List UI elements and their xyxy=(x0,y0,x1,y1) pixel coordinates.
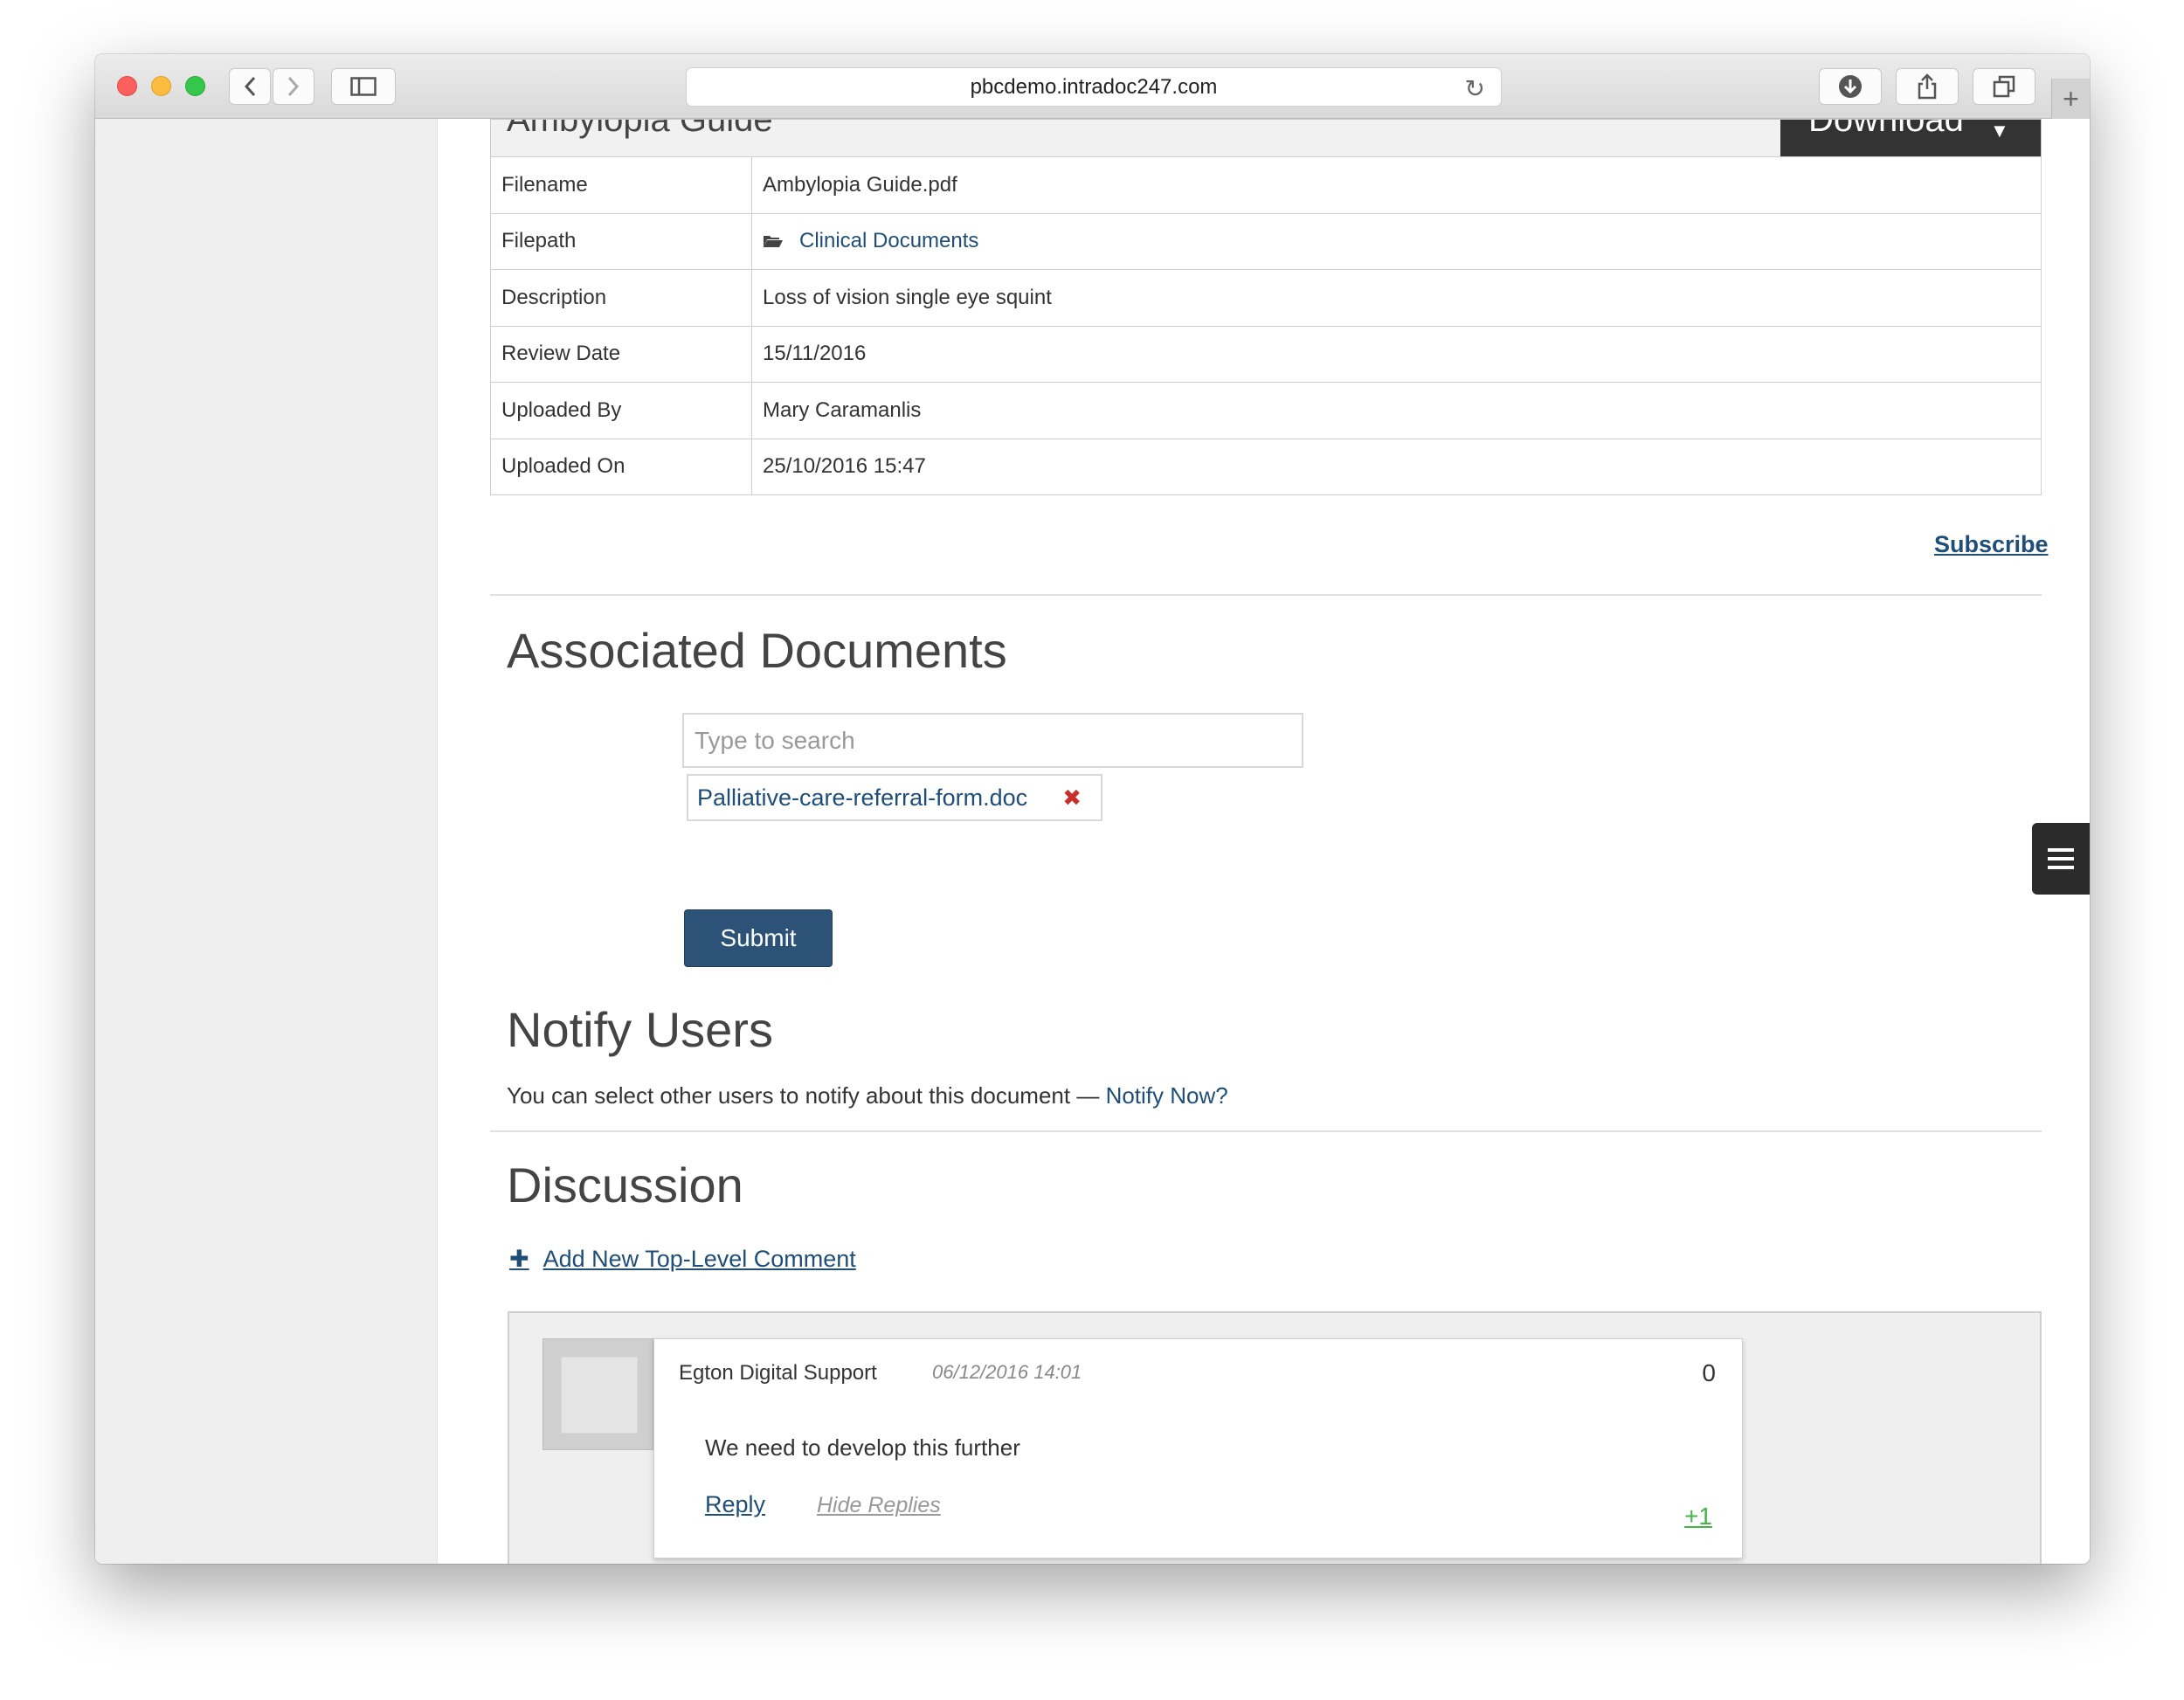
submit-button[interactable]: Submit xyxy=(684,909,833,967)
divider xyxy=(490,594,2042,596)
avatar xyxy=(543,1338,653,1450)
document-details-table: Filename Ambylopia Guide.pdf Filepath Cl… xyxy=(490,156,2042,495)
associated-search-input[interactable] xyxy=(682,713,1303,768)
associated-documents-heading: Associated Documents xyxy=(507,623,1007,678)
plus-icon: ✚ xyxy=(509,1246,529,1272)
tabs-overview-button[interactable] xyxy=(1973,68,2035,105)
field-value: Mary Caramanlis xyxy=(751,382,2042,439)
table-row: Filename Ambylopia Guide.pdf xyxy=(490,156,2042,214)
menu-button[interactable] xyxy=(2032,823,2090,895)
reload-icon[interactable]: ↻ xyxy=(1465,74,1485,103)
divider xyxy=(490,1130,2042,1132)
left-sidebar xyxy=(95,119,438,1564)
filepath-link[interactable]: Clinical Documents xyxy=(799,229,978,252)
reply-link[interactable]: Reply xyxy=(705,1491,765,1518)
comment-author: Egton Digital Support xyxy=(679,1361,877,1385)
close-window-button[interactable] xyxy=(117,76,137,96)
field-value: Clinical Documents xyxy=(751,212,2042,270)
forward-button[interactable] xyxy=(273,68,314,105)
plus-icon: + xyxy=(2063,82,2079,114)
selected-document-name: Palliative-care-referral-form.doc xyxy=(697,784,1028,811)
comment-body: We need to develop this further xyxy=(705,1434,1020,1461)
caret-down-icon: ▼ xyxy=(1990,120,2009,142)
remove-icon[interactable]: ✖ xyxy=(1062,784,1082,812)
upvote-link[interactable]: +1 xyxy=(1684,1503,1712,1531)
document-header: Ambylopia Guide Download ▼ xyxy=(490,119,2042,156)
discussion-heading: Discussion xyxy=(507,1158,743,1213)
titlebar: pbcdemo.intradoc247.com ↻ + xyxy=(95,54,2090,119)
zoom-window-button[interactable] xyxy=(185,76,205,96)
tabs-icon xyxy=(1993,75,2015,98)
download-circle-icon xyxy=(1839,75,1862,98)
table-row: Description Loss of vision single eye sq… xyxy=(490,269,2042,327)
comment-card: Egton Digital Support 06/12/2016 14:01 0… xyxy=(653,1338,1743,1558)
download-button[interactable]: Download ▼ xyxy=(1780,120,2041,156)
field-label: Review Date xyxy=(490,325,752,383)
browser-window: pbcdemo.intradoc247.com ↻ + Ambylopia Gu… xyxy=(95,54,2090,1564)
notify-users-heading: Notify Users xyxy=(507,1002,773,1057)
page-content: Ambylopia Guide Download ▼ Filename Amby… xyxy=(95,119,2090,1564)
subscribe-link[interactable]: Subscribe xyxy=(1934,531,2049,558)
minimize-window-button[interactable] xyxy=(151,76,171,96)
document-title: Ambylopia Guide xyxy=(507,119,773,139)
table-row: Review Date 15/11/2016 xyxy=(490,325,2042,383)
share-button[interactable] xyxy=(1896,68,1959,105)
notify-now-link[interactable]: Notify Now? xyxy=(1106,1082,1228,1109)
add-top-level-comment-link[interactable]: ✚ Add New Top-Level Comment xyxy=(509,1246,856,1273)
downloads-button[interactable] xyxy=(1819,68,1882,105)
comment-date: 06/12/2016 14:01 xyxy=(932,1361,1082,1383)
table-row: Uploaded By Mary Caramanlis xyxy=(490,382,2042,439)
selected-document-tag: Palliative-care-referral-form.doc ✖ xyxy=(687,774,1102,821)
field-value: Loss of vision single eye squint xyxy=(751,269,2042,327)
field-label: Uploaded By xyxy=(490,382,752,439)
field-label: Description xyxy=(490,269,752,327)
avatar-placeholder xyxy=(561,1357,638,1434)
hide-replies-link[interactable]: Hide Replies xyxy=(817,1493,941,1518)
field-value: 25/10/2016 15:47 xyxy=(751,438,2042,495)
share-icon xyxy=(1918,73,1937,100)
field-label: Uploaded On xyxy=(490,438,752,495)
new-tab-button[interactable]: + xyxy=(2051,79,2090,119)
folder-open-icon xyxy=(764,236,783,248)
url-text: pbcdemo.intradoc247.com xyxy=(970,74,1218,99)
back-button[interactable] xyxy=(229,68,271,105)
table-row: Uploaded On 25/10/2016 15:47 xyxy=(490,438,2042,495)
field-value: 15/11/2016 xyxy=(751,325,2042,383)
field-label: Filepath xyxy=(490,212,752,270)
table-row: Filepath Clinical Documents xyxy=(490,212,2042,270)
hamburger-icon xyxy=(2048,848,2074,852)
field-value: Ambylopia Guide.pdf xyxy=(751,156,2042,214)
field-label: Filename xyxy=(490,156,752,214)
notify-description: You can select other users to notify abo… xyxy=(507,1082,1228,1109)
comment-score: 0 xyxy=(1702,1359,1716,1386)
chevron-left-icon xyxy=(244,76,256,97)
add-comment-label: Add New Top-Level Comment xyxy=(543,1246,856,1272)
notify-text: You can select other users to notify abo… xyxy=(507,1082,1100,1109)
sidebar-toggle-button[interactable] xyxy=(331,68,396,105)
hamburger-icon xyxy=(2048,866,2074,869)
sidebar-icon xyxy=(350,77,377,96)
address-bar[interactable]: pbcdemo.intradoc247.com ↻ xyxy=(686,67,1502,107)
download-label: Download xyxy=(1808,120,1964,139)
chevron-right-icon xyxy=(287,76,300,97)
hamburger-icon xyxy=(2048,857,2074,860)
